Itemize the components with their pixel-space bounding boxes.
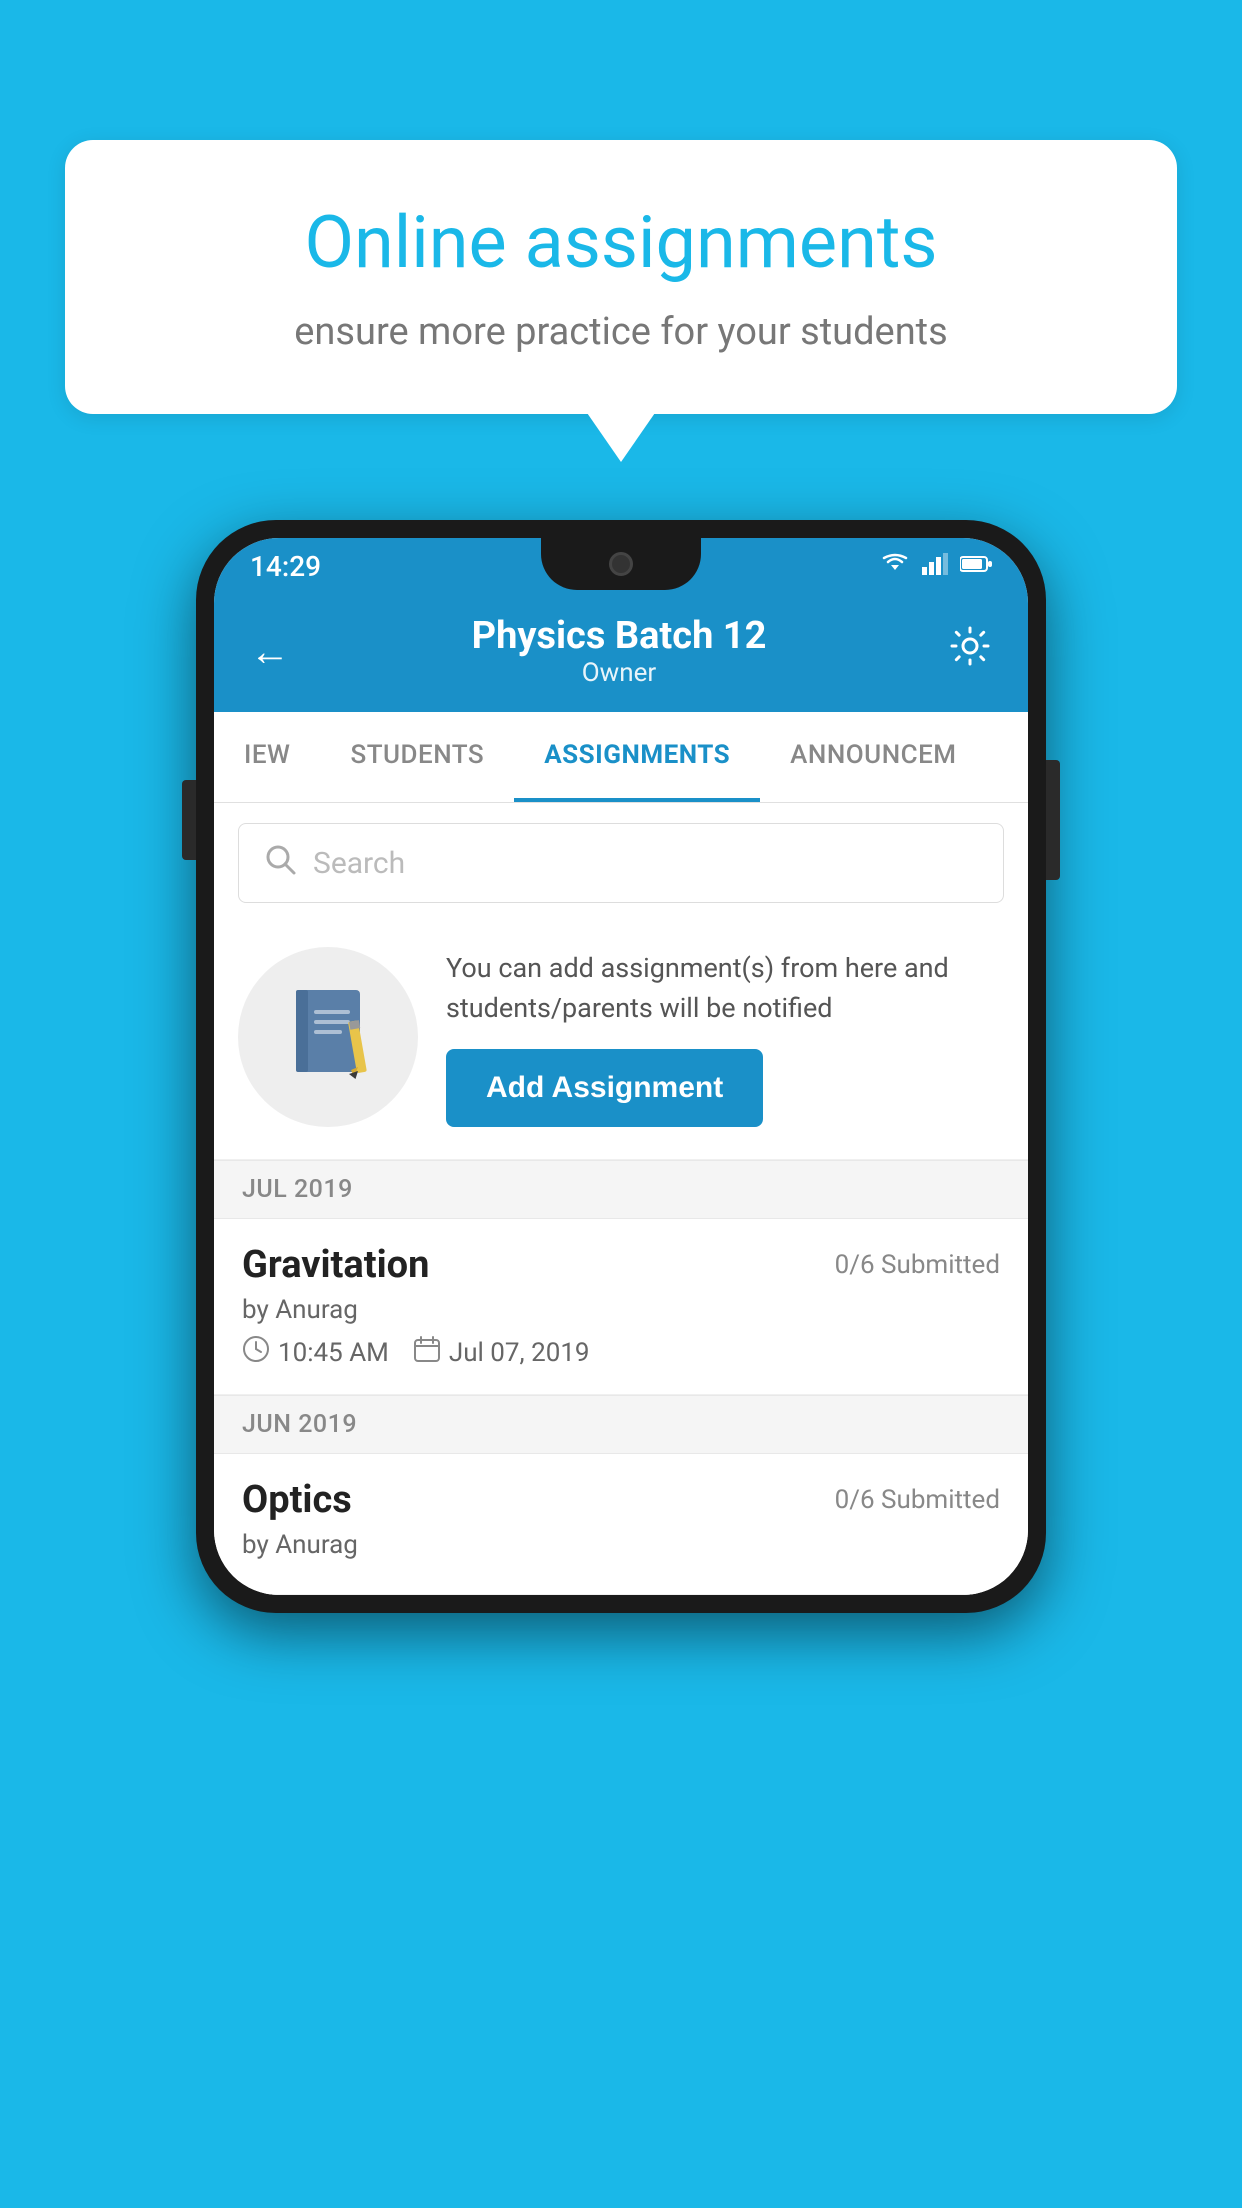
calendar-icon bbox=[413, 1335, 441, 1370]
assignment-by: by Anurag bbox=[242, 1295, 1000, 1325]
notch bbox=[541, 538, 701, 590]
info-card-text: You can add assignment(s) from here and … bbox=[446, 948, 1004, 1029]
bubble-subtitle: ensure more practice for your students bbox=[135, 310, 1107, 354]
assignment-name: Gravitation bbox=[242, 1243, 429, 1287]
assignment-row-top: Gravitation 0/6 Submitted bbox=[242, 1243, 1000, 1287]
info-card-right: You can add assignment(s) from here and … bbox=[446, 948, 1004, 1127]
assignment-submitted-optics: 0/6 Submitted bbox=[835, 1485, 1000, 1515]
meta-time: 10:45 AM bbox=[242, 1335, 389, 1370]
tab-announcements[interactable]: ANNOUNCEM bbox=[760, 712, 986, 802]
search-placeholder: Search bbox=[313, 846, 405, 881]
assignment-date: Jul 07, 2019 bbox=[449, 1338, 590, 1368]
camera bbox=[609, 552, 633, 576]
phone-outer: 14:29 bbox=[196, 520, 1046, 1613]
tab-assignments[interactable]: ASSIGNMENTS bbox=[514, 712, 760, 802]
month-header-jun: JUN 2019 bbox=[214, 1395, 1028, 1454]
header-center: Physics Batch 12 Owner bbox=[472, 614, 767, 688]
meta-date: Jul 07, 2019 bbox=[413, 1335, 590, 1370]
tab-iew[interactable]: IEW bbox=[214, 712, 320, 802]
notebook-icon bbox=[278, 982, 378, 1092]
content-area: Search bbox=[214, 803, 1028, 1595]
settings-icon[interactable] bbox=[948, 624, 992, 678]
app-header: ← Physics Batch 12 Owner bbox=[214, 594, 1028, 712]
assignment-submitted: 0/6 Submitted bbox=[835, 1250, 1000, 1280]
status-icons bbox=[880, 552, 992, 580]
phone-wrapper: 14:29 bbox=[196, 520, 1046, 1613]
search-bar[interactable]: Search bbox=[238, 823, 1004, 903]
header-subtitle: Owner bbox=[472, 658, 767, 688]
clock-icon bbox=[242, 1335, 270, 1370]
info-card: You can add assignment(s) from here and … bbox=[214, 923, 1028, 1160]
assignment-by-optics: by Anurag bbox=[242, 1530, 1000, 1560]
assignment-meta: 10:45 AM Jul 07, 201 bbox=[242, 1335, 1000, 1370]
status-time: 14:29 bbox=[250, 550, 321, 583]
status-bar: 14:29 bbox=[214, 538, 1028, 594]
assignment-time: 10:45 AM bbox=[278, 1338, 389, 1368]
tab-students[interactable]: STUDENTS bbox=[320, 712, 514, 802]
bubble-title: Online assignments bbox=[135, 200, 1107, 286]
tabs-bar: IEW STUDENTS ASSIGNMENTS ANNOUNCEM bbox=[214, 712, 1028, 803]
assignment-item-gravitation[interactable]: Gravitation 0/6 Submitted by Anurag bbox=[214, 1219, 1028, 1395]
notebook-icon-circle bbox=[238, 947, 418, 1127]
header-title: Physics Batch 12 bbox=[472, 614, 767, 658]
speech-bubble-container: Online assignments ensure more practice … bbox=[65, 140, 1177, 414]
month-header-jul: JUL 2019 bbox=[214, 1160, 1028, 1219]
wifi-icon bbox=[880, 552, 910, 580]
assignment-name-optics: Optics bbox=[242, 1478, 352, 1522]
assignment-row-top-optics: Optics 0/6 Submitted bbox=[242, 1478, 1000, 1522]
search-icon bbox=[263, 842, 297, 884]
speech-bubble: Online assignments ensure more practice … bbox=[65, 140, 1177, 414]
add-assignment-button[interactable]: Add Assignment bbox=[446, 1049, 763, 1127]
back-button[interactable]: ← bbox=[250, 628, 290, 675]
assignment-item-optics[interactable]: Optics 0/6 Submitted by Anurag bbox=[214, 1454, 1028, 1595]
battery-icon bbox=[960, 555, 992, 577]
phone-screen: 14:29 bbox=[214, 538, 1028, 1595]
signal-icon bbox=[922, 553, 948, 579]
